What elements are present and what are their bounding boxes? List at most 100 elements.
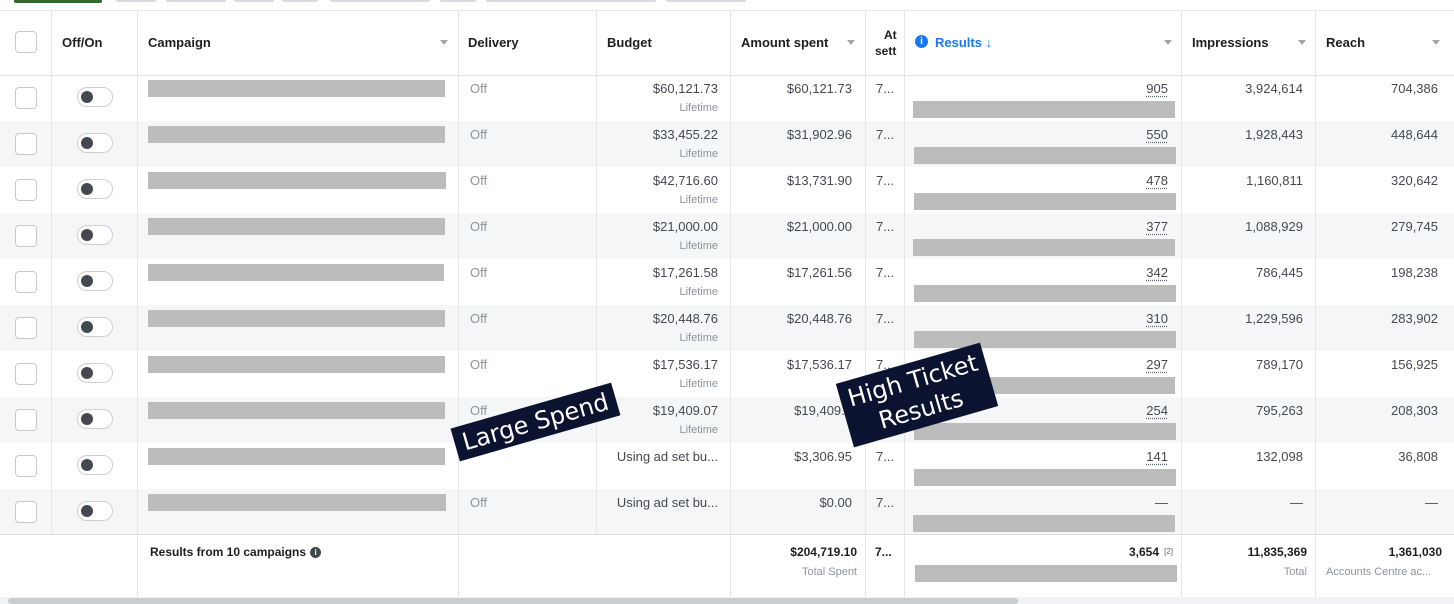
header-campaign[interactable]: Campaign	[138, 11, 459, 75]
header-attribution[interactable]: At sett	[866, 11, 905, 75]
row-results-cell[interactable]: 377	[905, 213, 1182, 259]
toolbar-button[interactable]	[282, 0, 318, 2]
table-row[interactable]: Off $17,536.17 Lifetime $17,536.17 7... 297 78…	[0, 351, 1454, 397]
budget-value: $60,121.73	[652, 81, 718, 96]
row-budget-cell[interactable]: $60,121.73 Lifetime	[597, 75, 731, 121]
row-budget-cell[interactable]: $33,455.22 Lifetime	[597, 121, 731, 167]
campaign-toggle[interactable]	[77, 363, 113, 383]
budget-value: $42,716.60	[652, 173, 718, 188]
table-row[interactable]: Off $42,716.60 Lifetime $13,731.90 7... 478 1,…	[0, 167, 1454, 213]
table-row[interactable]: Off $19,409.07 Lifetime $19,409.0 254 795,263…	[0, 397, 1454, 443]
info-icon[interactable]: i	[915, 35, 928, 48]
table-row[interactable]: Off $33,455.22 Lifetime $31,902.96 7... 550 1,…	[0, 121, 1454, 167]
row-results-cell[interactable]: 141	[905, 443, 1182, 489]
row-campaign-cell[interactable]	[138, 305, 459, 351]
campaign-toggle[interactable]	[77, 455, 113, 475]
campaign-toggle[interactable]	[77, 271, 113, 291]
row-checkbox[interactable]	[15, 179, 37, 201]
chevron-down-icon[interactable]	[847, 40, 855, 45]
row-results-cell[interactable]: 342	[905, 259, 1182, 305]
select-all-checkbox[interactable]	[15, 31, 37, 53]
attribution-setting: 7...	[876, 495, 895, 510]
row-checkbox[interactable]	[15, 87, 37, 109]
campaign-toggle[interactable]	[77, 317, 113, 337]
header-delivery[interactable]: Delivery	[459, 11, 597, 75]
budget-type: Lifetime	[679, 424, 718, 436]
results-value[interactable]: 905	[1146, 81, 1168, 96]
campaign-toggle[interactable]	[77, 87, 113, 107]
toggle-knob	[81, 137, 93, 149]
table-row[interactable]: Off $21,000.00 Lifetime $21,000.00 7... 377 1,…	[0, 213, 1454, 259]
row-results-cell[interactable]: 550	[905, 121, 1182, 167]
toolbar-button[interactable]	[166, 0, 226, 2]
toolbar-button[interactable]	[486, 0, 656, 2]
results-value[interactable]: 377	[1146, 219, 1168, 234]
row-results-cell[interactable]: 905	[905, 75, 1182, 121]
table-row[interactable]: Off $20,448.76 Lifetime $20,448.76 7... 310 1,…	[0, 305, 1454, 351]
row-checkbox[interactable]	[15, 409, 37, 431]
results-value[interactable]: 478	[1146, 173, 1168, 188]
row-campaign-cell[interactable]	[138, 167, 459, 213]
chevron-down-icon[interactable]	[440, 40, 448, 45]
row-campaign-cell[interactable]	[138, 121, 459, 167]
toolbar-button[interactable]	[116, 0, 156, 2]
header-budget[interactable]: Budget	[597, 11, 731, 75]
row-results-cell[interactable]: 310	[905, 305, 1182, 351]
campaign-toggle[interactable]	[77, 409, 113, 429]
row-results-cell[interactable]: —	[905, 489, 1182, 535]
toolbar-button[interactable]	[234, 0, 274, 2]
toolbar-button[interactable]	[666, 0, 746, 2]
results-value[interactable]: 297	[1146, 357, 1168, 372]
row-budget-cell[interactable]: Using ad set bu...	[597, 443, 731, 489]
row-campaign-cell[interactable]	[138, 259, 459, 305]
info-icon[interactable]: i	[310, 547, 322, 559]
results-value[interactable]: 342	[1146, 265, 1168, 280]
row-campaign-cell[interactable]	[138, 397, 459, 443]
create-button[interactable]	[14, 0, 102, 3]
row-budget-cell[interactable]: $17,261.58 Lifetime	[597, 259, 731, 305]
row-checkbox[interactable]	[15, 133, 37, 155]
footer-spent: $204,719.10	[790, 545, 857, 559]
toolbar-button[interactable]	[330, 0, 430, 2]
chevron-down-icon[interactable]	[1432, 40, 1440, 45]
horizontal-scrollbar-thumb[interactable]	[8, 598, 1018, 604]
chevron-down-icon[interactable]	[1164, 40, 1172, 45]
header-amount-spent[interactable]: Amount spent	[731, 11, 866, 75]
results-value[interactable]: 550	[1146, 127, 1168, 142]
row-results-cell[interactable]: 478	[905, 167, 1182, 213]
results-value[interactable]: 310	[1146, 311, 1168, 326]
row-checkbox[interactable]	[15, 363, 37, 385]
results-value[interactable]: —	[1155, 495, 1168, 510]
table-row[interactable]: Using ad set bu... $3,306.95 7... 141 132,09…	[0, 443, 1454, 489]
row-checkbox[interactable]	[15, 317, 37, 339]
header-impressions[interactable]: Impressions	[1182, 11, 1316, 75]
row-campaign-cell[interactable]	[138, 213, 459, 259]
row-campaign-cell[interactable]	[138, 489, 459, 535]
table-row[interactable]: Off Using ad set bu... $0.00 7... — — —	[0, 489, 1454, 535]
campaign-toggle[interactable]	[77, 501, 113, 521]
table-row[interactable]: Off $60,121.73 Lifetime $60,121.73 7... 905 3,…	[0, 75, 1454, 121]
row-budget-cell[interactable]: $20,448.76 Lifetime	[597, 305, 731, 351]
chevron-down-icon[interactable]	[1298, 40, 1306, 45]
row-campaign-cell[interactable]	[138, 75, 459, 121]
campaign-toggle[interactable]	[77, 179, 113, 199]
results-value[interactable]: 254	[1146, 403, 1168, 418]
row-budget-cell[interactable]: Using ad set bu...	[597, 489, 731, 535]
row-campaign-cell[interactable]	[138, 443, 459, 489]
row-checkbox[interactable]	[15, 225, 37, 247]
campaign-toggle[interactable]	[77, 225, 113, 245]
table-row[interactable]: Off $17,261.58 Lifetime $17,261.56 7... 342 78…	[0, 259, 1454, 305]
row-campaign-cell[interactable]	[138, 351, 459, 397]
row-checkbox[interactable]	[15, 271, 37, 293]
row-budget-cell[interactable]: $42,716.60 Lifetime	[597, 167, 731, 213]
campaign-toggle[interactable]	[77, 133, 113, 153]
redacted-result-type	[914, 331, 1176, 348]
header-reach[interactable]: Reach	[1316, 11, 1454, 75]
header-results[interactable]: i Results ↓	[905, 11, 1182, 75]
row-checkbox[interactable]	[15, 501, 37, 523]
row-checkbox[interactable]	[15, 455, 37, 477]
row-budget-cell[interactable]: $17,536.17 Lifetime	[597, 351, 731, 397]
toolbar-button[interactable]	[440, 0, 476, 2]
results-value[interactable]: 141	[1146, 449, 1168, 464]
row-budget-cell[interactable]: $21,000.00 Lifetime	[597, 213, 731, 259]
